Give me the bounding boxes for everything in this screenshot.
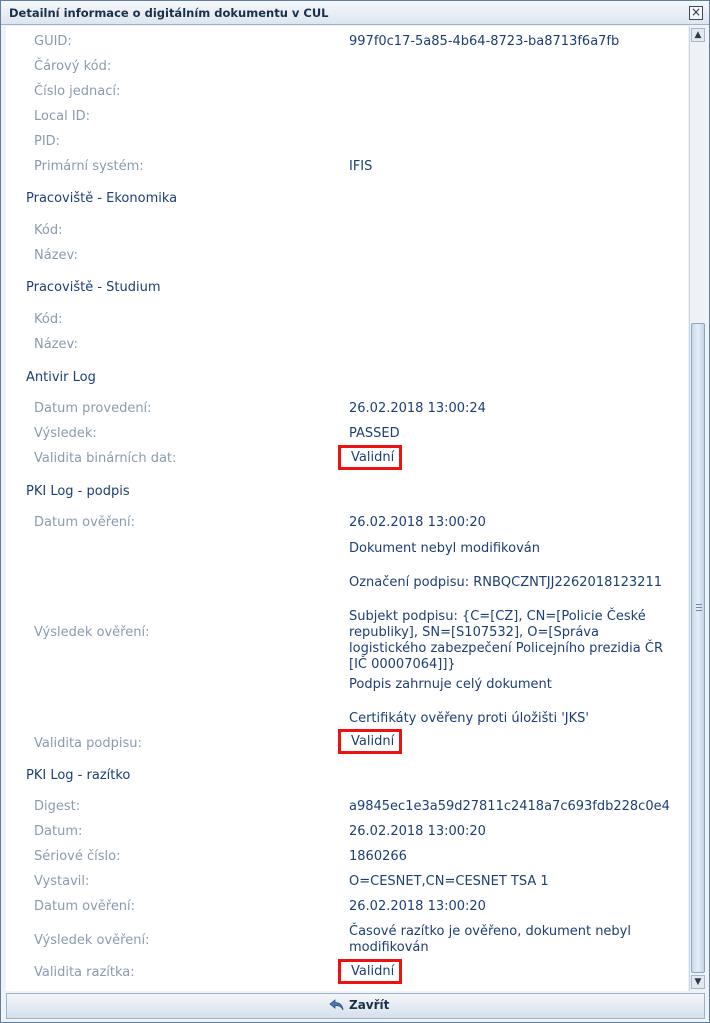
close-button[interactable]: Zavřít bbox=[6, 993, 705, 1019]
close-button-label: Zavřít bbox=[349, 998, 390, 1012]
antivir-validity-highlight: Validní bbox=[338, 445, 402, 470]
local-id-label: Local ID: bbox=[34, 109, 91, 124]
scrollbar-grip-icon bbox=[696, 604, 702, 605]
pki-stamp-serial-label: Sériové číslo: bbox=[34, 849, 121, 864]
scroll-down-icon[interactable]: ▼ bbox=[691, 975, 705, 989]
scroll-up-icon[interactable]: ▲ bbox=[691, 28, 705, 42]
reference-number-label: Číslo jednací: bbox=[34, 84, 121, 99]
pki-sign-validity-highlight: Validní bbox=[338, 729, 402, 754]
guid-value: 997f0c17-5a85-4b64-8723-ba8713f6a7fb bbox=[349, 34, 620, 49]
pki-sign-result-line-3: Subjekt podpisu: {C=[CZ], CN=[Policie Če… bbox=[349, 609, 663, 672]
pki-stamp-issuer-value: O=CESNET,CN=CESNET TSA 1 bbox=[349, 874, 549, 889]
vertical-scrollbar[interactable]: ▲ ▼ bbox=[689, 26, 705, 991]
pki-stamp-validity-value: Validní bbox=[351, 964, 395, 979]
pki-sign-result-label: Výsledek ověření: bbox=[34, 625, 150, 640]
pki-stamp-digest-value: a9845ec1e3a59d27811c2418a7c693fdb228c0e4 bbox=[349, 799, 670, 814]
antivir-validity-value: Validní bbox=[351, 450, 395, 465]
pki-stamp-date-label: Datum: bbox=[34, 824, 83, 839]
pki-sign-date-label: Datum ověření: bbox=[34, 515, 136, 530]
pki-sign-validity-value: Validní bbox=[351, 734, 395, 749]
pki-stamp-digest-label: Digest: bbox=[34, 799, 81, 814]
pki-stamp-serial-value: 1860266 bbox=[349, 849, 407, 864]
pki-stamp-issuer-label: Vystavil: bbox=[34, 874, 90, 889]
pki-sign-result-line-4: Podpis zahrnuje celý dokument bbox=[349, 677, 552, 692]
pki-sign-date-value: 26.02.2018 13:00:20 bbox=[349, 515, 486, 530]
primary-system-value: IFIS bbox=[349, 159, 373, 174]
section-title-antivir: Antivir Log bbox=[26, 370, 96, 385]
section-title-ekonomika: Pracoviště - Ekonomika bbox=[26, 191, 178, 206]
section-title-studium: Pracoviště - Studium bbox=[26, 280, 161, 295]
close-window-icon[interactable]: × bbox=[689, 6, 703, 20]
ekonomika-name-label: Název: bbox=[34, 248, 78, 263]
antivir-date-value: 26.02.2018 13:00:24 bbox=[349, 401, 486, 416]
pki-sign-result-line-1: Dokument nebyl modifikován bbox=[349, 541, 540, 556]
pki-stamp-validity-highlight: Validní bbox=[338, 959, 402, 984]
pid-label: PID: bbox=[34, 134, 61, 149]
title-bar[interactable]: Detailní informace o digitálním dokument… bbox=[1, 1, 709, 25]
details-scroll-area[interactable]: GUID: 997f0c17-5a85-4b64-8723-ba8713f6a7… bbox=[6, 26, 688, 991]
pki-stamp-result-value: Časové razítko je ověřeno, dokument neby… bbox=[349, 924, 631, 955]
close-button-content: Zavřít bbox=[329, 998, 389, 1012]
pki-sign-validity-label: Validita podpisu: bbox=[34, 736, 142, 751]
pki-sign-result-line-5: Certifikáty ověřeny proti úložišti 'JKS' bbox=[349, 711, 589, 726]
antivir-validity-label: Validita binárních dat: bbox=[34, 451, 177, 466]
pki-stamp-date-value: 26.02.2018 13:00:20 bbox=[349, 824, 486, 839]
pki-stamp-verified-label: Datum ověření: bbox=[34, 899, 136, 914]
section-title-pki-stamp: PKI Log - razítko bbox=[26, 768, 131, 783]
studium-code-label: Kód: bbox=[34, 312, 63, 327]
studium-name-label: Název: bbox=[34, 337, 78, 352]
footer-bar: Zavřít bbox=[6, 993, 705, 1019]
antivir-date-label: Datum provedení: bbox=[34, 401, 152, 416]
antivir-result-value: PASSED bbox=[349, 426, 400, 441]
section-title-pki-sign: PKI Log - podpis bbox=[26, 484, 130, 499]
undo-arrow-icon bbox=[329, 999, 344, 1011]
pki-stamp-verified-value: 26.02.2018 13:00:20 bbox=[349, 899, 486, 914]
barcode-label: Čárový kód: bbox=[34, 59, 112, 74]
guid-label: GUID: bbox=[34, 34, 72, 49]
dialog-window: Detailní informace o digitálním dokument… bbox=[0, 0, 710, 1023]
pki-stamp-result-label: Výsledek ověření: bbox=[34, 933, 150, 948]
scrollbar-thumb[interactable] bbox=[691, 323, 705, 973]
primary-system-label: Primární systém: bbox=[34, 159, 144, 174]
window-title: Detailní informace o digitálním dokument… bbox=[9, 6, 329, 20]
ekonomika-code-label: Kód: bbox=[34, 223, 63, 238]
pki-sign-result-line-2: Označení podpisu: RNBQCZNTJJ226201812321… bbox=[349, 575, 662, 590]
pki-stamp-validity-label: Validita razítka: bbox=[34, 965, 135, 980]
antivir-result-label: Výsledek: bbox=[34, 426, 97, 441]
scrollbar-grip-line bbox=[696, 607, 702, 608]
scrollbar-grip-line bbox=[696, 610, 702, 611]
